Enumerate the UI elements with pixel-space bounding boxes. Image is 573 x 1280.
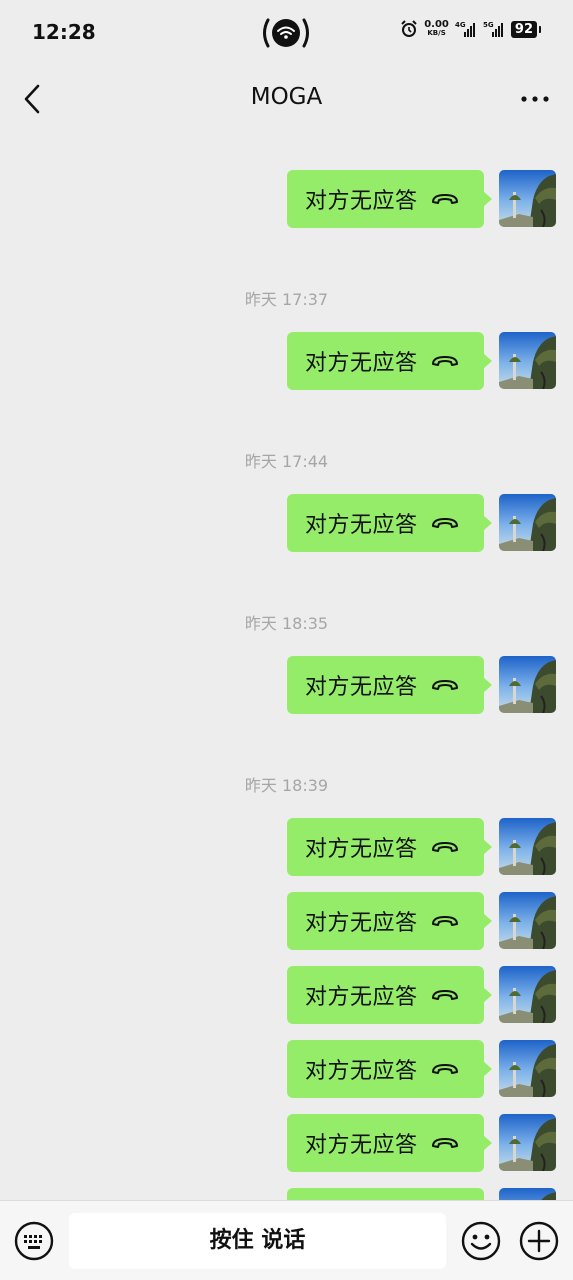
call-end-icon [431, 1138, 458, 1148]
call-end-icon [431, 990, 458, 1000]
chat-timestamp: 昨天 17:44 [244, 452, 329, 471]
chat-message: 对方无应答 [0, 1188, 573, 1200]
avatar[interactable] [499, 818, 556, 875]
message-text: 对方无应答 [305, 911, 418, 936]
call-end-icon [431, 356, 458, 366]
avatar[interactable] [499, 170, 556, 227]
signal-5g-icon: 5G [483, 21, 503, 37]
message-bubble[interactable]: 对方无应答 [287, 1040, 492, 1098]
avatar-image [499, 170, 556, 227]
call-end-icon [431, 916, 458, 926]
status-icons: 0.00 KB/S 4G 5G 92 [400, 20, 542, 38]
message-bubble[interactable]: 对方无应答 [287, 892, 492, 950]
message-text: 对方无应答 [305, 675, 418, 700]
hold-to-talk-button[interactable]: 按住 说话 [69, 1213, 446, 1269]
chat-header: MOGA [0, 64, 573, 134]
chat-message: 对方无应答 [0, 656, 573, 714]
avatar[interactable] [499, 1188, 556, 1200]
message-text: 对方无应答 [305, 513, 418, 538]
emoji-icon[interactable] [461, 1221, 501, 1261]
call-end-icon [431, 680, 458, 690]
message-text: 对方无应答 [305, 1133, 418, 1158]
avatar[interactable] [499, 966, 556, 1023]
chat-message: 对方无应答 [0, 1114, 573, 1172]
call-end-icon [431, 194, 458, 204]
avatar-image [499, 656, 556, 713]
avatar-image [499, 494, 556, 551]
chat-timestamp: 昨天 17:37 [244, 290, 329, 309]
hotspot-icon [263, 18, 309, 48]
keyboard-icon[interactable] [14, 1221, 54, 1261]
message-bubble[interactable]: 对方无应答 [287, 1188, 484, 1200]
message-bubble[interactable]: 对方无应答 [287, 494, 492, 552]
signal-4g-icon: 4G [455, 21, 475, 37]
message-text: 对方无应答 [305, 1059, 418, 1084]
chat-message: 对方无应答 [0, 170, 573, 228]
avatar-image [499, 892, 556, 949]
page-title: MOGA [250, 84, 323, 110]
chat-messages[interactable]: 对方无应答 昨天 17:37 对方无应答 昨天 17:44 对方无应答 昨天 18:35 对… [0, 134, 573, 1200]
network-speed-unit: KB/S [427, 29, 446, 37]
chat-message: 对方无应答 [0, 494, 573, 552]
alarm-icon [401, 20, 417, 37]
chat-message: 对方无应答 [0, 332, 573, 390]
avatar-image [499, 966, 556, 1023]
message-text: 对方无应答 [305, 837, 418, 862]
avatar-image [499, 1188, 556, 1200]
avatar[interactable] [499, 892, 556, 949]
chat-message: 对方无应答 [0, 1040, 573, 1098]
status-time: 12:28 [32, 20, 96, 44]
call-end-icon [431, 518, 458, 528]
message-text: 对方无应答 [305, 985, 418, 1010]
avatar[interactable] [499, 1040, 556, 1097]
network-speed: 0.00 KB/S [424, 20, 449, 38]
avatar-image [499, 1114, 556, 1171]
signal-4g-label: 4G [455, 21, 466, 29]
status-bar: 12:28 0.00 KB/S 4G 5G 92 [0, 0, 573, 64]
avatar[interactable] [499, 1114, 556, 1171]
message-text: 对方无应答 [305, 351, 418, 376]
input-bar: 按住 说话 [0, 1200, 573, 1280]
battery-indicator: 92 [510, 20, 542, 38]
message-bubble[interactable]: 对方无应答 [287, 170, 492, 228]
message-bubble[interactable]: 对方无应答 [287, 656, 492, 714]
avatar-image [499, 818, 556, 875]
chat-timestamp: 昨天 18:35 [244, 614, 329, 633]
chat-message: 对方无应答 [0, 966, 573, 1024]
chat-timestamp: 昨天 18:39 [244, 776, 329, 795]
message-bubble[interactable]: 对方无应答 [287, 332, 492, 390]
avatar[interactable] [499, 332, 556, 389]
plus-icon[interactable] [519, 1221, 559, 1261]
call-end-icon [431, 1064, 458, 1074]
message-text: 对方无应答 [305, 189, 418, 214]
message-bubble[interactable]: 对方无应答 [287, 818, 492, 876]
signal-5g-label: 5G [483, 21, 494, 29]
avatar-image [499, 332, 556, 389]
message-bubble[interactable]: 对方无应答 [287, 1114, 492, 1172]
message-bubble[interactable]: 对方无应答 [287, 966, 492, 1024]
more-icon[interactable] [519, 86, 551, 112]
chat-message: 对方无应答 [0, 892, 573, 950]
call-end-icon [431, 842, 458, 852]
avatar[interactable] [499, 656, 556, 713]
avatar-image [499, 1040, 556, 1097]
avatar[interactable] [499, 494, 556, 551]
chat-message: 对方无应答 [0, 818, 573, 876]
